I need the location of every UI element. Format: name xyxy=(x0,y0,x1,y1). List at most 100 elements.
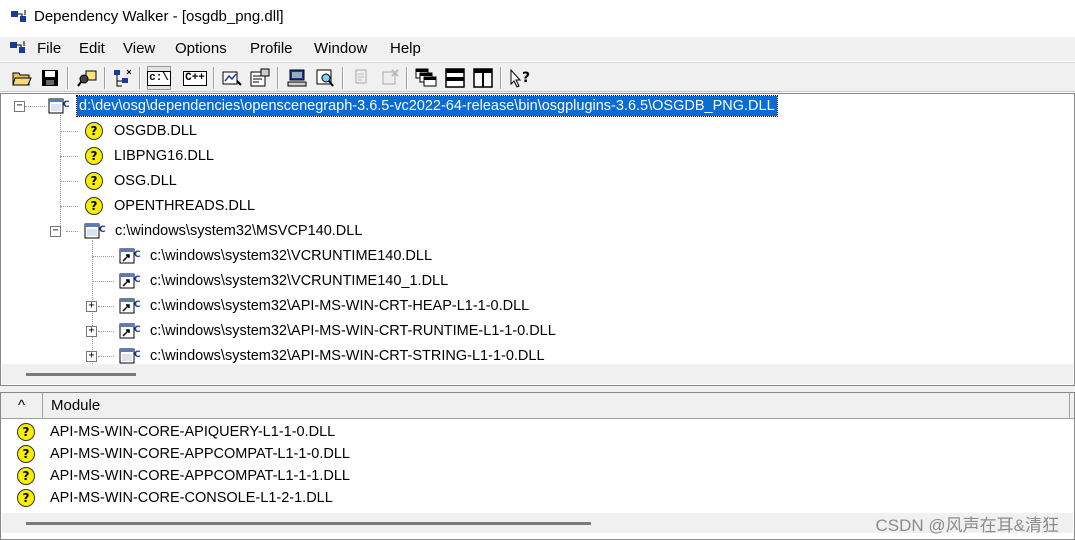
missing-module-icon: ? xyxy=(85,147,103,165)
expand-toggle[interactable]: + xyxy=(86,351,97,362)
scrollbar-thumb[interactable] xyxy=(26,522,591,525)
toolbar-separator xyxy=(277,67,279,89)
tree-node-label: c:\windows\system32\VCRUNTIME140_1.DLL xyxy=(150,273,449,289)
tree-node-label: c:\windows\system32\API-MS-WIN-CRT-STRIN… xyxy=(150,348,545,364)
expand-toggle[interactable]: + xyxy=(86,301,97,312)
full-paths-label: c:\ xyxy=(147,70,171,86)
tree-node-openthreads[interactable]: ? OPENTHREADS.DLL xyxy=(85,195,257,217)
column-header-module[interactable]: Module xyxy=(43,393,1070,419)
watermark: CSDN @风声在耳&清狂 xyxy=(875,516,1060,535)
tree-node-osg[interactable]: ? OSG.DLL xyxy=(85,170,179,192)
tree-connector xyxy=(66,231,78,232)
module-icon: C xyxy=(119,348,141,364)
properties-icon[interactable] xyxy=(248,66,272,90)
tree-node-root[interactable]: C d:\dev\osg\dependencies\openscenegraph… xyxy=(48,95,778,117)
tree-connector xyxy=(60,181,78,182)
list-item[interactable]: ? API-MS-WIN-CORE-APPCOMPAT-L1-1-1.DLL xyxy=(1,465,350,487)
module-name: API-MS-WIN-CORE-APPCOMPAT-L1-1-1.DLL xyxy=(50,468,350,484)
menu-edit[interactable]: Edit xyxy=(79,40,105,57)
tree-connector xyxy=(60,156,78,157)
stop-icon[interactable] xyxy=(378,66,402,90)
view-module-icon[interactable] xyxy=(313,66,337,90)
tree-horizontal-scrollbar[interactable] xyxy=(2,364,1073,384)
missing-module-icon: ? xyxy=(85,197,103,215)
menu-bar: File Edit View Options Profile Window He… xyxy=(0,37,1075,61)
copy-icon[interactable] xyxy=(350,66,374,90)
tree-node-label: c:\windows\system32\MSVCP140.DLL xyxy=(115,223,363,239)
scrollbar-thumb[interactable] xyxy=(26,373,136,376)
tree-node-label: OPENTHREADS.DLL xyxy=(114,198,256,214)
module-list-header: ^ Module xyxy=(1,393,1074,419)
tree-connector xyxy=(60,206,78,207)
context-help-icon[interactable]: ? xyxy=(508,66,532,90)
expand-toggle[interactable]: + xyxy=(86,326,97,337)
list-item[interactable]: ? API-MS-WIN-CORE-APIQUERY-L1-1-0.DLL xyxy=(1,421,335,443)
window-title: Dependency Walker - [osgdb_png.dll] xyxy=(34,8,284,25)
tree-connector xyxy=(25,106,45,107)
missing-module-icon: ? xyxy=(17,467,35,485)
tile-horizontal-icon[interactable] xyxy=(443,66,467,90)
tree-node-osgdb[interactable]: ? OSGDB.DLL xyxy=(85,120,199,142)
collapse-toggle[interactable]: − xyxy=(50,226,61,237)
module-icon: C xyxy=(84,223,106,239)
undecorate-cpp-icon[interactable]: C++ xyxy=(183,66,207,90)
collapse-toggle[interactable]: − xyxy=(14,101,25,112)
tree-node-msvcp140[interactable]: C c:\windows\system32\MSVCP140.DLL xyxy=(84,220,364,242)
toolbar-separator xyxy=(213,67,215,89)
open-folder-icon[interactable] xyxy=(10,66,34,90)
tree-node-crt-runtime[interactable]: C c:\windows\system32\API-MS-WIN-CRT-RUN… xyxy=(119,320,558,342)
column-header-sort[interactable]: ^ xyxy=(1,393,43,419)
svg-text:?: ? xyxy=(522,70,530,86)
tree-module-icon[interactable] xyxy=(111,66,135,90)
menu-window[interactable]: Window xyxy=(314,40,367,57)
tree-node-label: LIBPNG16.DLL xyxy=(114,148,214,164)
list-item[interactable]: ? API-MS-WIN-CORE-APPCOMPAT-L1-1-0.DLL xyxy=(1,443,350,465)
module-name: API-MS-WIN-CORE-APPCOMPAT-L1-1-0.DLL xyxy=(50,446,350,462)
menu-options[interactable]: Options xyxy=(175,40,227,57)
menu-profile[interactable]: Profile xyxy=(250,40,293,57)
svg-text:C: C xyxy=(99,225,106,235)
tree-connector xyxy=(60,112,61,232)
tree-node-label: c:\windows\system32\API-MS-WIN-CRT-HEAP-… xyxy=(150,298,530,314)
document-menu-icon[interactable] xyxy=(10,41,30,57)
toolbar-separator xyxy=(500,67,502,89)
full-paths-icon[interactable]: c:\ xyxy=(147,66,171,90)
duplicate-module-icon: C xyxy=(119,323,141,339)
tree-node-vcruntime140-1[interactable]: C c:\windows\system32\VCRUNTIME140_1.DLL xyxy=(119,270,450,292)
tree-node-crt-heap[interactable]: C c:\windows\system32\API-MS-WIN-CRT-HEA… xyxy=(119,295,531,317)
tree-connector xyxy=(98,306,114,307)
missing-module-icon: ? xyxy=(17,445,35,463)
duplicate-module-icon: C xyxy=(119,298,141,314)
auto-expand-icon[interactable] xyxy=(220,66,244,90)
toolbar-separator xyxy=(406,67,408,89)
tile-vertical-icon[interactable] xyxy=(471,66,495,90)
tree-connector xyxy=(92,281,114,282)
tree-node-label: OSG.DLL xyxy=(114,173,177,189)
system-info-icon[interactable] xyxy=(285,66,309,90)
svg-text:C: C xyxy=(134,325,141,335)
module-dependency-tree[interactable]: − C d:\dev\osg\dependencies\openscenegra… xyxy=(0,93,1075,386)
toolbar-separator xyxy=(104,67,106,89)
svg-text:C: C xyxy=(134,275,141,285)
tree-connector xyxy=(98,356,114,357)
menu-help[interactable]: Help xyxy=(390,40,421,57)
tree-connector xyxy=(98,331,114,332)
svg-text:C: C xyxy=(63,100,70,110)
cascade-icon[interactable] xyxy=(414,66,438,90)
menu-file[interactable]: File xyxy=(37,40,61,57)
tree-node-label: c:\windows\system32\VCRUNTIME140.DLL xyxy=(150,248,433,264)
tree-node-vcruntime140[interactable]: C c:\windows\system32\VCRUNTIME140.DLL xyxy=(119,245,434,267)
tree-node-libpng16[interactable]: ? LIBPNG16.DLL xyxy=(85,145,216,167)
list-item[interactable]: ? API-MS-WIN-CORE-CONSOLE-L1-2-1.DLL xyxy=(1,487,333,509)
find-icon[interactable] xyxy=(76,66,100,90)
tree-node-label: OSGDB.DLL xyxy=(114,123,197,139)
menu-view[interactable]: View xyxy=(123,40,155,57)
dependency-walker-app-icon xyxy=(11,10,26,22)
module-icon: C xyxy=(48,98,70,114)
missing-module-icon: ? xyxy=(17,489,35,507)
toolbar: c:\ C++ ? xyxy=(0,62,1075,92)
toolbar-separator xyxy=(67,67,69,89)
save-icon[interactable] xyxy=(38,66,62,90)
tree-connector xyxy=(92,256,114,257)
missing-module-icon: ? xyxy=(85,122,103,140)
